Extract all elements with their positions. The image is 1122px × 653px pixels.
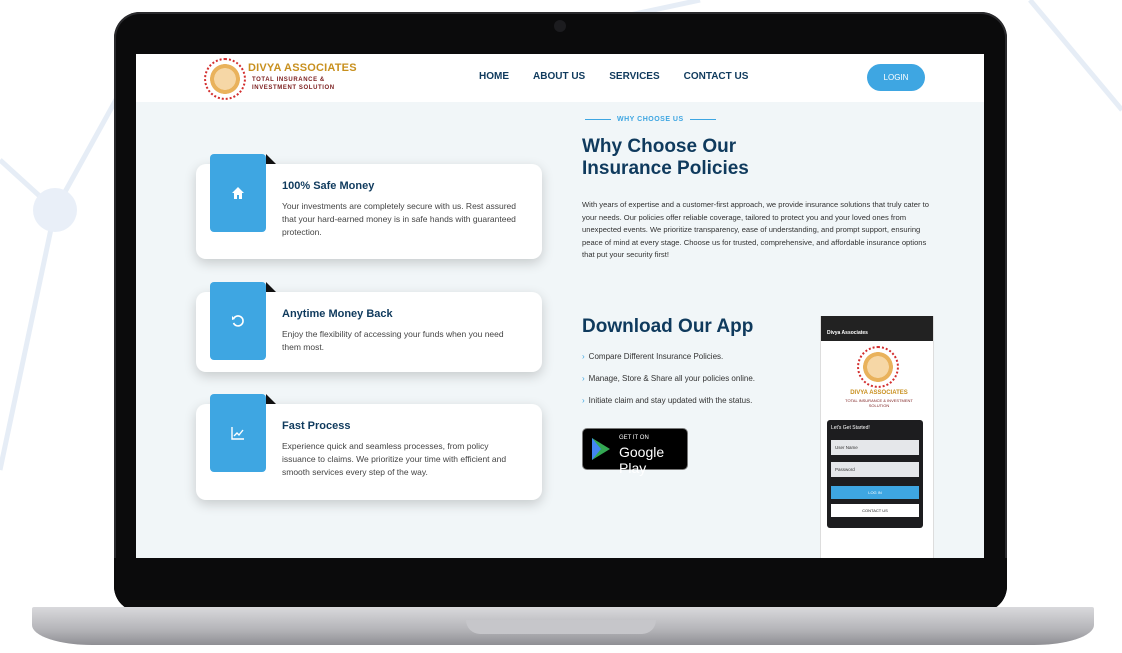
tile-corner — [266, 154, 276, 164]
phone-contact-button[interactable]: CONTACT US — [831, 504, 919, 517]
list-item: › Initiate claim and stay updated with th… — [582, 396, 753, 405]
feature-title: Fast Process — [282, 420, 351, 432]
home-icon — [232, 187, 244, 199]
main-nav: HOME ABOUT US SERVICES CONTACT US — [479, 71, 748, 82]
website-screen: DIVYA ASSOCIATES TOTAL INSURANCE & INVES… — [136, 54, 984, 558]
feature-card-fast-process: Fast Process Experience quick and seamle… — [196, 394, 542, 500]
phone-login-button[interactable]: LOG IN — [831, 486, 919, 499]
laptop-bezel — [114, 558, 1007, 612]
panel-title: Let's Get Started! — [831, 425, 870, 431]
phone-login-panel: Let's Get Started! User Name Password LO… — [827, 420, 923, 528]
chevron-right-icon: › — [582, 352, 585, 361]
logo-emblem-icon — [857, 346, 899, 388]
nav-contact-us[interactable]: CONTACT US — [684, 71, 749, 82]
phone-app-bar: Divya Associates — [821, 325, 933, 341]
feature-tile — [210, 282, 266, 360]
logo-subtitle: TOTAL INSURANCE & INVESTMENT SOLUTION — [252, 77, 335, 91]
feature-title: Anytime Money Back — [282, 308, 393, 320]
login-button[interactable]: LOGIN — [867, 64, 925, 91]
phone-mockup: Divya Associates DIVYA ASSOCIATES TOTAL … — [820, 316, 934, 558]
section-eyebrow: WHY CHOOSE US — [579, 116, 722, 123]
chevron-right-icon: › — [582, 374, 585, 383]
chevron-right-icon: › — [582, 396, 585, 405]
camera-icon — [554, 20, 566, 32]
feature-title: 100% Safe Money — [282, 180, 375, 192]
google-play-badge[interactable]: GET IT ON Google Play — [582, 428, 688, 476]
feature-card-safe-money: 100% Safe Money Your investments are com… — [196, 154, 542, 259]
list-item: › Manage, Store & Share all your policies… — [582, 374, 755, 383]
site-logo[interactable]: DIVYA ASSOCIATES TOTAL INSURANCE & INVES… — [204, 58, 360, 100]
app-features-list: › Compare Different Insurance Policies. ›… — [582, 352, 755, 418]
nav-home[interactable]: HOME — [479, 71, 509, 82]
tile-corner — [266, 282, 276, 292]
logo-emblem-icon — [204, 58, 246, 100]
download-app-heading: Download Our App — [582, 316, 754, 337]
feature-tile — [210, 154, 266, 232]
site-header: DIVYA ASSOCIATES TOTAL INSURANCE & INVES… — [136, 54, 984, 102]
feature-card-money-back: Anytime Money Back Enjoy the flexibility… — [196, 282, 542, 372]
nav-about-us[interactable]: ABOUT US — [533, 71, 585, 82]
laptop-notch — [466, 620, 656, 634]
why-heading: Why Choose Our Insurance Policies — [582, 136, 749, 179]
feature-text: Experience quick and seamless processes,… — [282, 441, 507, 477]
list-item: › Compare Different Insurance Policies. — [582, 352, 724, 361]
chart-line-icon — [231, 427, 244, 440]
why-description: With years of expertise and a customer-f… — [582, 200, 929, 260]
feature-tile — [210, 394, 266, 472]
password-field[interactable]: Password — [831, 462, 919, 477]
phone-status-bar — [821, 316, 933, 325]
logo-title: DIVYA ASSOCIATES — [248, 62, 357, 74]
phone-logo-subtitle: TOTAL INSURANCE & INVESTMENT SOLUTION — [845, 398, 913, 408]
feature-text: Enjoy the flexibility of accessing your … — [282, 329, 504, 352]
phone-logo-title: DIVYA ASSOCIATES — [850, 390, 908, 396]
refresh-icon — [232, 315, 244, 327]
feature-text: Your investments are completely secure w… — [282, 201, 517, 237]
username-field[interactable]: User Name — [831, 440, 919, 455]
nav-services[interactable]: SERVICES — [609, 71, 659, 82]
tile-corner — [266, 394, 276, 404]
